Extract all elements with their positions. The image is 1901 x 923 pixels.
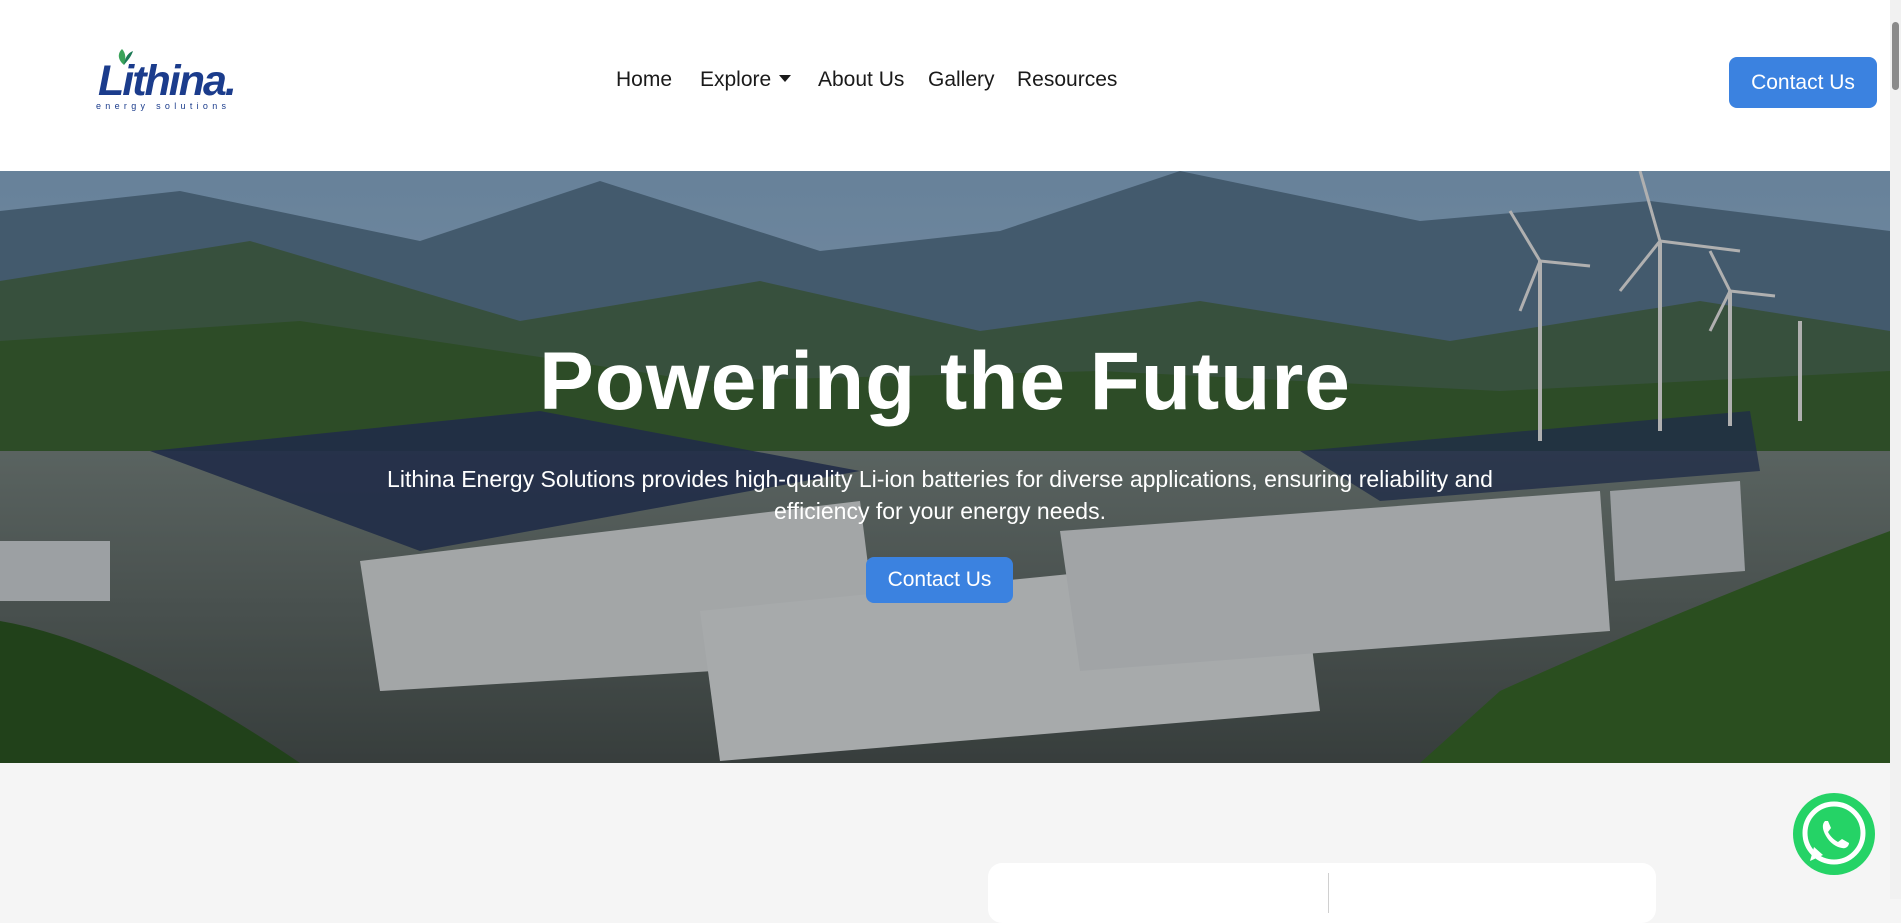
nav-explore[interactable]: Explore [700, 68, 792, 92]
page-scrollbar[interactable] [1890, 0, 1901, 899]
hero-contact-button[interactable]: Contact Us [866, 557, 1013, 603]
logo[interactable]: Lithina. energy solutions [94, 48, 237, 112]
logo-tagline: energy solutions [96, 101, 231, 111]
header-contact-button[interactable]: Contact Us [1729, 57, 1877, 108]
hero-title: Powering the Future [539, 336, 1351, 427]
nav-resources[interactable]: Resources [1017, 68, 1117, 92]
hero-description: Lithina Energy Solutions provides high-q… [387, 466, 1493, 524]
info-card [988, 863, 1656, 923]
scrollbar-thumb[interactable] [1892, 22, 1899, 90]
whatsapp-icon[interactable] [1791, 791, 1877, 877]
nav-home[interactable]: Home [616, 68, 672, 92]
nav-explore-label: Explore [700, 68, 772, 91]
site-header: Lithina. energy solutions Home Explore A… [0, 0, 1890, 171]
caret-down-icon [779, 75, 792, 82]
logo-wordmark: Lithina. [98, 57, 237, 105]
nav-gallery[interactable]: Gallery [928, 68, 995, 92]
nav-about[interactable]: About Us [818, 68, 904, 92]
card-divider [1328, 873, 1329, 913]
hero-section: Powering the Future Lithina Energy Solut… [0, 171, 1890, 763]
